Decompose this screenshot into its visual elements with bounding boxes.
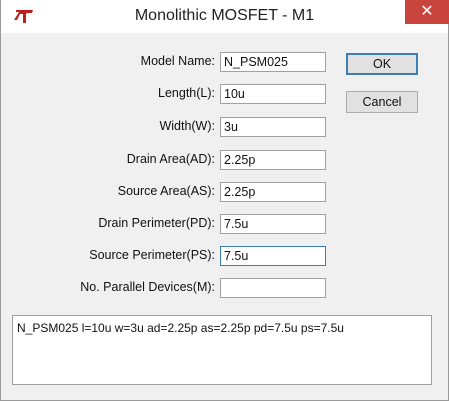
source-area-label: Source Area(AS): bbox=[117, 184, 215, 198]
source-perimeter-label: Source Perimeter(PS): bbox=[89, 248, 215, 262]
spice-line-preview: N_PSM025 l=10u w=3u ad=2.25p as=2.25p pd… bbox=[12, 315, 432, 385]
cancel-button[interactable]: Cancel bbox=[346, 91, 418, 113]
model-name-label: Model Name: bbox=[140, 54, 215, 68]
drain-area-field[interactable] bbox=[220, 150, 326, 170]
title-bar: Monolithic MOSFET - M1 ✕ bbox=[1, 0, 449, 33]
ok-button[interactable]: OK bbox=[346, 53, 418, 75]
spice-line-text: N_PSM025 l=10u w=3u ad=2.25p as=2.25p pd… bbox=[17, 321, 344, 335]
drain-perimeter-label: Drain Perimeter(PD): bbox=[98, 216, 215, 230]
drain-area-label: Drain Area(AD): bbox=[126, 152, 215, 166]
length-field[interactable] bbox=[220, 84, 326, 104]
drain-perimeter-field[interactable] bbox=[220, 214, 326, 234]
dialog-body: Model Name: Length(L): Width(W): Drain A… bbox=[1, 33, 448, 400]
length-label: Length(L): bbox=[158, 86, 215, 100]
mosfet-dialog: Monolithic MOSFET - M1 ✕ Model Name: Len… bbox=[0, 0, 449, 401]
parallel-devices-field[interactable] bbox=[220, 278, 326, 298]
source-area-field[interactable] bbox=[220, 182, 326, 202]
model-name-field[interactable] bbox=[220, 52, 326, 72]
close-button[interactable]: ✕ bbox=[405, 0, 449, 24]
width-field[interactable] bbox=[220, 117, 326, 137]
window-title: Monolithic MOSFET - M1 bbox=[134, 7, 315, 24]
source-perimeter-field[interactable] bbox=[220, 246, 326, 266]
parallel-devices-label: No. Parallel Devices(M): bbox=[80, 280, 215, 294]
width-label: Width(W): bbox=[159, 119, 215, 133]
